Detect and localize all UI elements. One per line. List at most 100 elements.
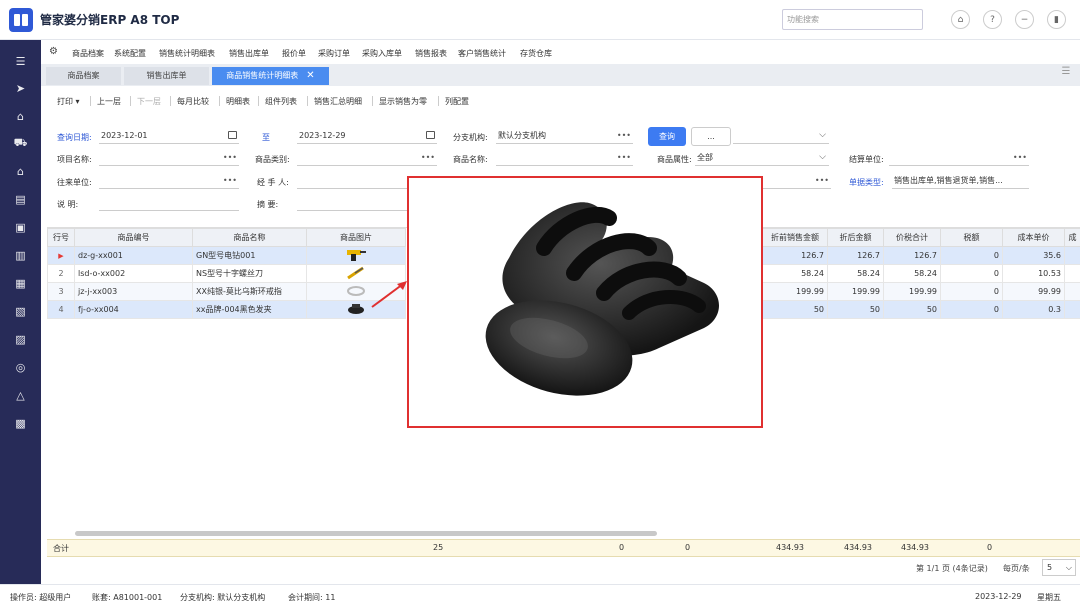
send-icon[interactable]: ➤ [0,78,41,98]
menu-item-sales-report[interactable]: 销售报表 [415,48,447,59]
settings-icon[interactable]: ◎ [0,357,41,377]
calendar-icon[interactable] [426,131,435,139]
category-field[interactable]: ••• [297,150,437,166]
chevron-down-icon[interactable]: ⌵ [1066,560,1072,575]
table-row[interactable]: 50 50 50 0 0.3 [762,300,1080,319]
menu-toggle-icon[interactable]: ☰ [0,51,41,71]
chart-icon[interactable]: ▥ [0,245,41,265]
date-from-field[interactable]: 2023-12-01 [99,128,239,144]
minus-icon[interactable]: − [1015,10,1034,29]
scheme-select[interactable]: ⌵ [733,128,829,144]
more-icon[interactable]: ••• [223,173,237,188]
menu-item-inventory[interactable]: 存货仓库 [520,48,552,59]
gear-icon[interactable]: ⚙ [49,46,58,57]
tag-icon[interactable]: ⌂ [0,106,41,126]
per-page-select[interactable]: 5 ⌵ [1042,559,1076,576]
detail-button[interactable]: 明细表 [226,96,250,107]
col-header[interactable]: 商品图片 [306,228,406,247]
menu-item-purchase-order[interactable]: 采购订单 [318,48,350,59]
column-config-button[interactable]: 列配置 [445,96,469,107]
col-header[interactable]: 税额 [940,228,1003,247]
search-input[interactable]: 功能搜索 [782,9,923,30]
product-image[interactable] [306,246,406,265]
clipboard-icon[interactable]: ▦ [0,273,41,293]
document-icon[interactable]: ▤ [0,189,41,209]
horizontal-scrollbar[interactable] [75,531,657,536]
col-header[interactable]: 商品编号 [74,228,193,247]
partner-field[interactable]: ••• [99,173,239,189]
annotation-arrow [371,281,407,308]
per-page-value: 5 [1047,563,1053,572]
col-header[interactable]: 价税合计 [883,228,941,247]
more-icon[interactable]: ••• [617,150,631,165]
cart-icon[interactable]: ⛟ [0,133,41,153]
menu-item-sales-outbound[interactable]: 销售出库单 [229,48,269,59]
show-zero-sales-button[interactable]: 显示销售为零 [379,96,427,107]
col-header[interactable]: 商品名称 [192,228,307,247]
attr-select[interactable]: 全部 ⌵ [695,150,829,166]
home-icon[interactable]: ⌂ [951,10,970,29]
col-header[interactable]: 成 [1064,228,1080,247]
exit-icon[interactable]: ▮ [1047,10,1066,29]
product-field[interactable]: ••• [496,150,633,166]
project-field[interactable]: ••• [99,150,239,166]
col-header[interactable]: 成本单价 [1002,228,1065,247]
chevron-down-icon[interactable]: ⌵ [819,128,826,143]
more-icon[interactable]: ••• [223,150,237,165]
help-icon[interactable]: ? [983,10,1002,29]
warning-icon[interactable]: △ [0,385,41,405]
table-row[interactable]: 58.24 58.24 58.24 0 10.53 [762,264,1080,283]
more-button[interactable]: ... [691,127,731,146]
table-row[interactable]: 3 jz-j-xx003 XX纯银-莫比乌斯环戒指 [47,282,406,301]
col-header[interactable]: 行号 [47,228,75,247]
tab-product-archive[interactable]: 商品档案 [46,67,121,85]
status-bar: 操作员: 超级用户 账套: A81001-001 分支机构: 默认分支机构 会计… [0,584,1080,606]
image-preview-popup[interactable] [407,176,763,428]
doc-type-field[interactable]: 销售出库单,销售退货单,销售... [892,173,1029,189]
screwdriver-thumbnail [347,266,364,279]
branch-field[interactable]: 默认分支机构 ••• [496,128,633,144]
more-icon[interactable]: ••• [1013,150,1027,165]
note-field[interactable] [99,195,239,211]
table-row[interactable]: 2 lsd-o-xx002 NS型号十字螺丝刀 [47,264,406,283]
more-icon[interactable]: ••• [617,128,631,143]
col-header[interactable]: 折后金额 [827,228,884,247]
summary-field[interactable] [297,195,407,211]
monthly-compare-button[interactable]: 每月比较 [177,96,209,107]
sales-summary-button[interactable]: 销售汇总明细 [314,96,362,107]
list-icon[interactable]: ☰ [1058,66,1074,84]
tab-sales-outbound[interactable]: 销售出库单 [124,67,209,85]
menu-item-quotation[interactable]: 报价单 [282,48,306,59]
store-icon[interactable]: ⌂ [0,161,41,181]
close-icon[interactable]: ✕ [306,70,314,81]
file-icon[interactable]: ▨ [0,329,41,349]
menu-item-system-config[interactable]: 系统配置 [114,48,146,59]
hidden-field[interactable]: ••• [761,173,831,189]
more-icon[interactable]: ••• [815,173,829,188]
after-discount-amount: 58.24 [827,264,884,283]
date-to-field[interactable]: 2023-12-29 [297,128,437,144]
menu-item-sales-stats[interactable]: 销售统计明细表 [159,48,215,59]
unit-field[interactable]: ••• [889,150,1029,166]
menu-item-product-archive[interactable]: 商品档案 [72,48,104,59]
export-icon[interactable]: ▣ [0,217,41,237]
more-icon[interactable]: ••• [421,150,435,165]
calendar-icon[interactable] [228,131,237,139]
level-down-button[interactable]: 下一层 [137,96,161,107]
apps-icon[interactable]: ▩ [0,413,41,433]
menu-item-customer-sales[interactable]: 客户销售统计 [458,48,506,59]
table-row[interactable]: 199.99 199.99 199.99 0 99.99 [762,282,1080,301]
level-up-button[interactable]: 上一层 [97,96,121,107]
print-button[interactable]: 打印 ▾ [57,96,80,107]
menu-item-purchase-inbound[interactable]: 采购入库单 [362,48,402,59]
component-list-button[interactable]: 组件列表 [265,96,297,107]
col-header[interactable]: 折前销售金额 [762,228,828,247]
table-row[interactable]: 126.7 126.7 126.7 0 35.6 [762,246,1080,265]
chevron-down-icon[interactable]: ⌵ [819,150,826,165]
query-button[interactable]: 查询 [648,127,686,146]
tab-sales-stats-detail[interactable]: 商品销售统计明细表 ✕ [212,67,329,85]
report-icon[interactable]: ▧ [0,301,41,321]
table-row[interactable]: 4 fj-o-xx004 xx品牌-004黑色发夹 [47,300,406,319]
account-status: 账套: A81001-001 [92,593,163,602]
table-row[interactable]: ▶ dz-g-xx001 GN型号电钻001 [47,246,406,265]
